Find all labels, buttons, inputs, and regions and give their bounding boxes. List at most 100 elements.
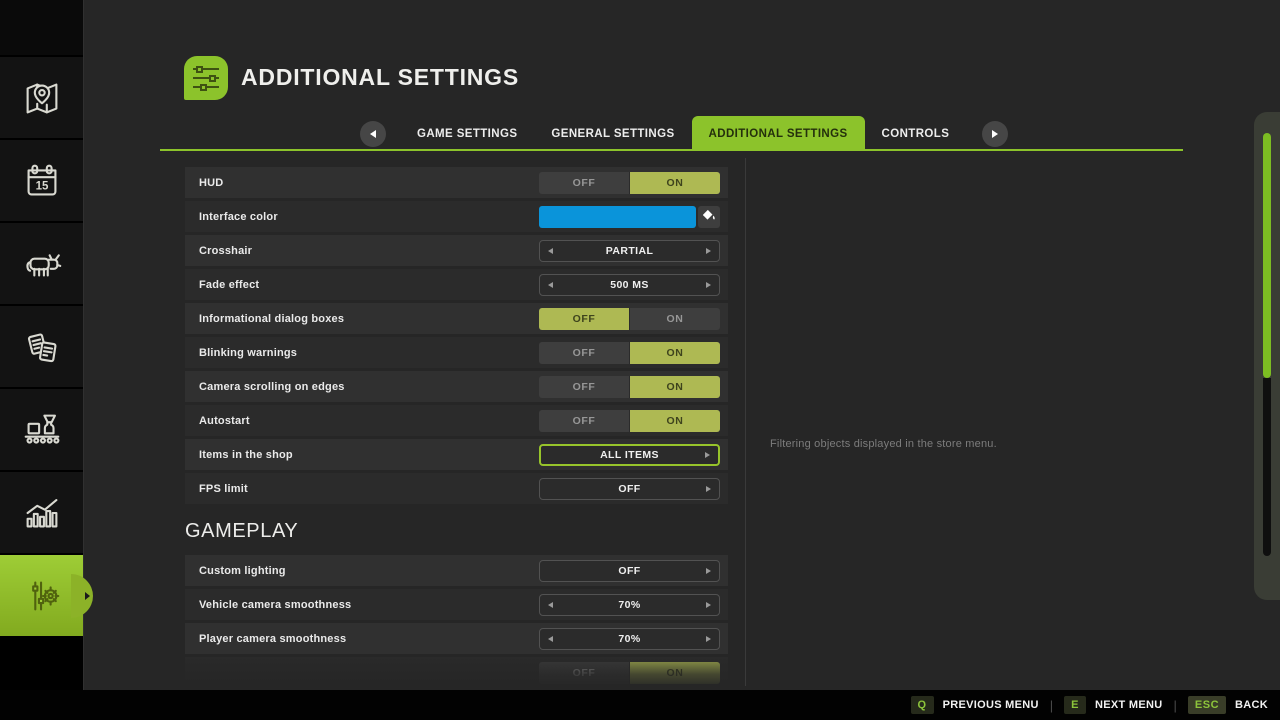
setting-control: PARTIAL — [539, 240, 720, 262]
color-swatch[interactable] — [539, 206, 696, 228]
settings-list: HUDOFFONInterface color CrosshairPARTIAL… — [185, 167, 728, 507]
settings-row-autostart: AutostartOFFON — [185, 405, 728, 436]
tab-bar: GAME SETTINGSGENERAL SETTINGSADDITIONAL … — [83, 116, 1008, 151]
option-selector[interactable]: 70% — [539, 628, 720, 650]
cow-icon — [19, 241, 65, 287]
toggle-switch: OFFON — [539, 342, 720, 364]
sidebar-item-calendar[interactable]: 15 — [0, 140, 83, 221]
toggle-switch: OFFON — [539, 662, 720, 684]
setting-control: OFFON — [539, 342, 720, 364]
selector-next-arrow-icon[interactable] — [706, 248, 711, 254]
option-selector[interactable]: 70% — [539, 594, 720, 616]
setting-label: Custom lighting — [199, 565, 286, 577]
selector-next-arrow-icon[interactable] — [706, 282, 711, 288]
bottom-bar-action-label: NEXT MENU — [1095, 699, 1162, 711]
option-selector[interactable]: OFF — [539, 560, 720, 582]
selector-prev-arrow-icon[interactable] — [548, 602, 553, 608]
selector-prev-arrow-icon[interactable] — [548, 282, 553, 288]
setting-control: OFFON — [539, 172, 720, 194]
setting-label: HUD — [199, 177, 223, 189]
tab-game-settings[interactable]: GAME SETTINGS — [400, 116, 534, 151]
chevron-left-icon — [370, 130, 376, 138]
toggle-on-button[interactable]: ON — [629, 410, 720, 432]
sidebar-item-production[interactable] — [0, 389, 83, 470]
bottom-bar-divider: | — [1174, 698, 1177, 713]
toggle-off-button[interactable]: OFF — [539, 308, 629, 330]
toggle-off-button[interactable]: OFF — [539, 172, 629, 194]
setting-label: Vehicle camera smoothness — [199, 599, 351, 611]
tabs-prev-button[interactable] — [360, 121, 386, 147]
sidebar-item-settings[interactable] — [0, 555, 83, 636]
toggle-off-button[interactable]: OFF — [539, 410, 629, 432]
settings-row-custom-lighting: Custom lighting OFF — [185, 555, 728, 586]
toggle-on-button[interactable]: ON — [629, 308, 720, 330]
sidebar-item-statistics[interactable] — [0, 472, 83, 553]
bottom-bar-action-back[interactable]: ESCBACK — [1188, 696, 1268, 714]
option-selector[interactable]: PARTIAL — [539, 240, 720, 262]
sidebar-item-animals[interactable] — [0, 223, 83, 304]
toggle-on-button[interactable]: ON — [629, 172, 720, 194]
selector-value: PARTIAL — [606, 245, 654, 257]
toggle-switch: OFFON — [539, 172, 720, 194]
bottom-bar-items: QPREVIOUS MENU|ENEXT MENU|ESCBACK — [911, 696, 1268, 714]
toggle-off-button[interactable]: OFF — [539, 662, 629, 684]
scrollbar-track — [1263, 378, 1271, 556]
settings-row-fps-limit: FPS limit OFF — [185, 473, 728, 504]
screen: 15 ADDITIONAL SETTINGS — [0, 0, 1280, 720]
tabs-next-button[interactable] — [982, 121, 1008, 147]
option-selector[interactable]: ALL ITEMS — [539, 444, 720, 466]
setting-label: Player camera smoothness — [199, 633, 346, 645]
toggle-on-button[interactable]: ON — [629, 342, 720, 364]
settings-row-player-camera-smoothness: Player camera smoothness 70% — [185, 623, 728, 654]
selector-prev-arrow-icon[interactable] — [548, 636, 553, 642]
settings-sliders-gear-icon — [19, 573, 65, 619]
scrollbar[interactable] — [1254, 112, 1280, 600]
setting-control: OFF — [539, 560, 720, 582]
setting-description: Filtering objects displayed in the store… — [770, 438, 1200, 450]
bottom-bar-action-next-menu[interactable]: ENEXT MENU — [1064, 696, 1162, 714]
page-title: ADDITIONAL SETTINGS — [241, 64, 519, 91]
selector-value: OFF — [618, 483, 640, 495]
option-selector[interactable]: OFF — [539, 478, 720, 500]
option-selector[interactable]: 500 MS — [539, 274, 720, 296]
sidebar-item-contracts[interactable] — [0, 306, 83, 387]
tab-controls[interactable]: CONTROLS — [865, 116, 967, 151]
toggle-on-button[interactable]: ON — [629, 662, 720, 684]
sidebar-top-spacer — [0, 0, 83, 55]
settings-row-camera-scrolling-on-edges: Camera scrolling on edgesOFFON — [185, 371, 728, 402]
settings-row-hud: HUD OFFON — [185, 167, 728, 198]
sidebar-item-map[interactable] — [0, 57, 83, 138]
setting-label: Informational dialog boxes — [199, 313, 344, 325]
setting-control: OFFON — [539, 410, 720, 432]
setting-control: OFF — [539, 478, 720, 500]
toggle-off-button[interactable]: OFF — [539, 342, 629, 364]
toggle-off-button[interactable]: OFF — [539, 376, 629, 398]
selector-next-arrow-icon[interactable] — [706, 602, 711, 608]
scrollbar-thumb[interactable] — [1263, 133, 1271, 378]
selector-next-arrow-icon[interactable] — [705, 452, 710, 458]
setting-label: Blinking warnings — [199, 347, 297, 359]
setting-label: FPS limit — [199, 483, 248, 495]
selector-next-arrow-icon[interactable] — [706, 486, 711, 492]
color-picker-button[interactable] — [698, 206, 720, 228]
selector-next-arrow-icon[interactable] — [706, 636, 711, 642]
bottom-bar-action-previous-menu[interactable]: QPREVIOUS MENU — [911, 696, 1039, 714]
slider-knob-icon — [209, 75, 216, 82]
slider-knob-icon — [200, 84, 207, 91]
toggle-on-button[interactable]: ON — [629, 376, 720, 398]
documents-icon — [19, 324, 65, 370]
selector-value: 70% — [618, 599, 640, 611]
sidebar-items: 15 — [0, 57, 83, 636]
key-badge-esc: ESC — [1188, 696, 1226, 714]
tab-general-settings[interactable]: GENERAL SETTINGS — [534, 116, 691, 151]
slider-knob-icon — [196, 66, 203, 73]
setting-control: OFFON — [539, 376, 720, 398]
svg-text:15: 15 — [35, 180, 48, 192]
tab-list: GAME SETTINGSGENERAL SETTINGSADDITIONAL … — [400, 116, 966, 151]
selector-prev-arrow-icon[interactable] — [548, 248, 553, 254]
selector-next-arrow-icon[interactable] — [706, 568, 711, 574]
bottom-bar: QPREVIOUS MENU|ENEXT MENU|ESCBACK — [0, 690, 1280, 720]
statistics-icon — [19, 490, 65, 536]
setting-label: Crosshair — [199, 245, 252, 257]
tab-additional-settings[interactable]: ADDITIONAL SETTINGS — [692, 116, 865, 151]
